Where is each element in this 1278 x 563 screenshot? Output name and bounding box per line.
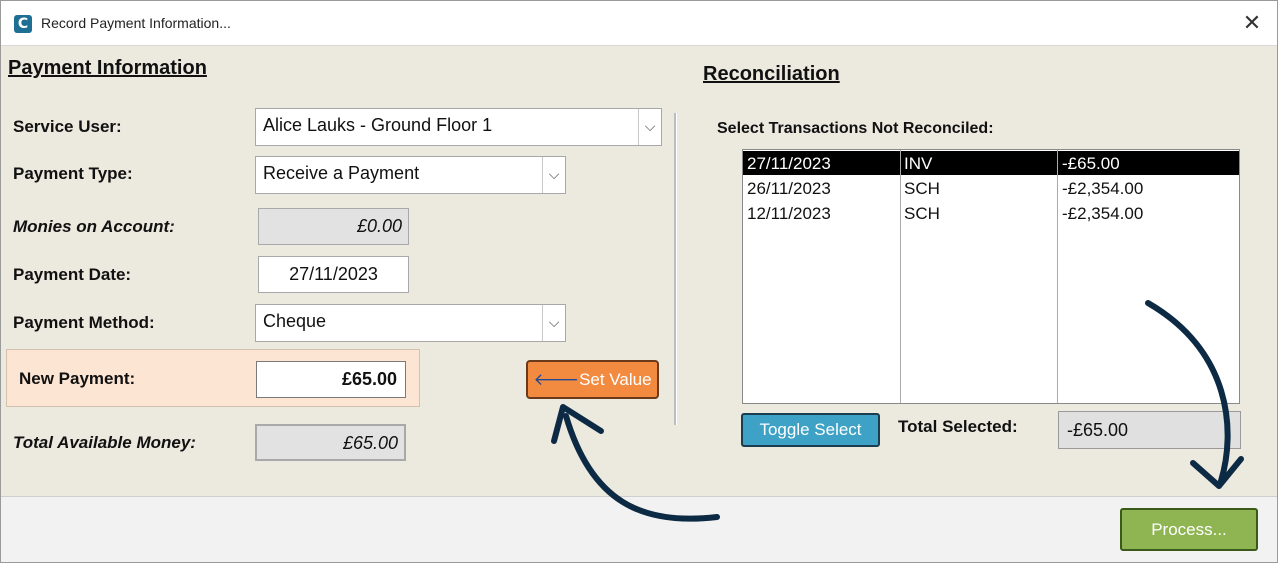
toggle-select-button[interactable]: Toggle Select — [741, 413, 880, 447]
transactions-list-label: Select Transactions Not Reconciled: — [717, 120, 994, 137]
total-selected-field: -£65.00 — [1058, 411, 1241, 449]
section-divider — [674, 113, 677, 425]
transaction-type: INV — [904, 154, 933, 173]
payment-section-title: Payment Information — [8, 57, 207, 79]
transaction-date: 27/11/2023 — [747, 154, 831, 173]
transaction-date: 12/11/2023 — [747, 204, 831, 223]
service-user-label: Service User: — [13, 117, 122, 136]
annotation-arrowhead-process — [1190, 456, 1244, 489]
window-title: Record Payment Information... — [41, 15, 231, 31]
payment-method-select[interactable]: Cheque ⌵ — [255, 304, 566, 342]
transaction-row[interactable]: 26/11/2023 SCH -£2,354.00 — [743, 176, 1239, 200]
chevron-down-icon[interactable]: ⌵ — [542, 157, 565, 193]
app-logo-icon: C — [14, 15, 32, 33]
arrow-left-icon: 🡐 — [533, 370, 580, 389]
payment-type-value: Receive a Payment — [263, 163, 420, 183]
total-available-label: Total Available Money: — [13, 433, 196, 452]
column-divider — [900, 150, 901, 403]
transaction-amount: -£2,354.00 — [1062, 204, 1144, 223]
set-value-button[interactable]: 🡐Set Value — [526, 360, 659, 399]
close-icon[interactable]: ✕ — [1237, 9, 1267, 37]
new-payment-field[interactable]: £65.00 — [256, 361, 406, 398]
column-divider — [1057, 150, 1058, 403]
new-payment-label: New Payment: — [19, 369, 136, 388]
chevron-down-icon[interactable]: ⌵ — [542, 305, 565, 341]
reconciliation-section-title: Reconciliation — [703, 63, 840, 85]
monies-on-account-label: Monies on Account: — [13, 217, 175, 236]
process-button[interactable]: Process... — [1120, 508, 1258, 551]
service-user-value: Alice Lauks - Ground Floor 1 — [263, 115, 493, 135]
title-bar: C Record Payment Information... ✕ — [1, 1, 1277, 46]
transaction-row[interactable]: 12/11/2023 SCH -£2,354.00 — [743, 201, 1239, 225]
service-user-select[interactable]: Alice Lauks - Ground Floor 1 ⌵ — [255, 108, 662, 146]
monies-on-account-field: £0.00 — [258, 208, 409, 245]
transaction-type: SCH — [904, 204, 940, 223]
total-selected-label: Total Selected: — [898, 417, 1018, 436]
transaction-type: SCH — [904, 179, 940, 198]
payment-type-select[interactable]: Receive a Payment ⌵ — [255, 156, 566, 194]
set-value-label: Set Value — [579, 370, 652, 389]
transaction-date: 26/11/2023 — [747, 179, 831, 198]
dialog-window: C Record Payment Information... ✕ Paymen… — [0, 0, 1278, 563]
transactions-list[interactable]: 27/11/2023 INV -£65.00 26/11/2023 SCH -£… — [742, 149, 1240, 404]
payment-method-value: Cheque — [263, 311, 327, 331]
transaction-row[interactable]: 27/11/2023 INV -£65.00 — [743, 151, 1239, 175]
annotation-arrowhead-set-value — [551, 404, 604, 444]
total-available-field: £65.00 — [255, 424, 406, 461]
payment-type-label: Payment Type: — [13, 164, 133, 183]
chevron-down-icon[interactable]: ⌵ — [638, 109, 661, 145]
transaction-amount: -£2,354.00 — [1062, 179, 1144, 198]
payment-date-label: Payment Date: — [13, 265, 132, 284]
transaction-amount: -£65.00 — [1062, 154, 1120, 173]
dialog-footer — [1, 496, 1277, 562]
payment-method-label: Payment Method: — [13, 313, 155, 332]
payment-date-field[interactable]: 27/11/2023 — [258, 256, 409, 293]
